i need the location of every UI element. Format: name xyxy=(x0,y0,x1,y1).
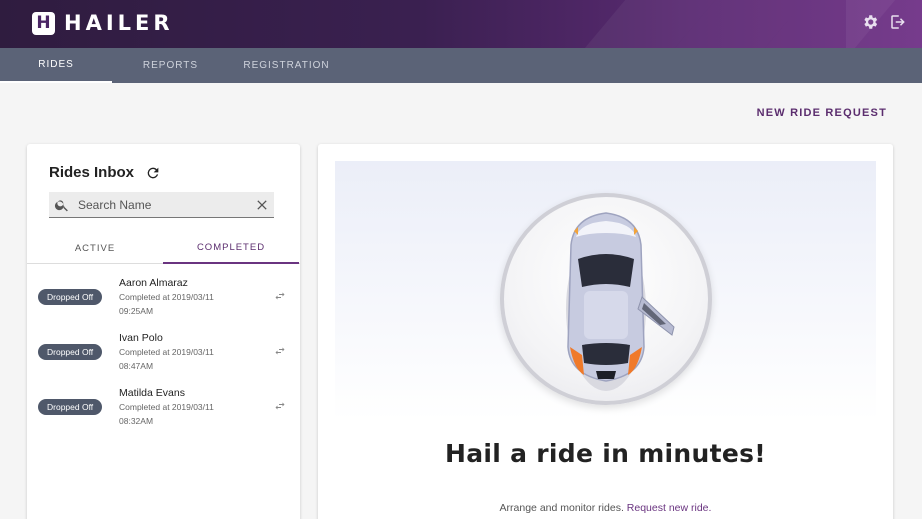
tab-reports[interactable]: REPORTS xyxy=(112,48,229,83)
car-illustration xyxy=(500,193,712,405)
list-item[interactable]: Dropped Off Matilda Evans Completed at 2… xyxy=(27,387,300,437)
tab-completed[interactable]: COMPLETED xyxy=(163,232,299,264)
search-input[interactable] xyxy=(78,197,248,212)
completed-time: 08:32AM xyxy=(119,416,154,426)
list-item[interactable]: Dropped Off Ivan Polo Completed at 2019/… xyxy=(27,332,300,382)
close-icon[interactable] xyxy=(254,197,270,213)
status-badge: Dropped Off xyxy=(38,344,103,360)
main-content-panel: Hail a ride in minutes! Arrange and moni… xyxy=(318,144,893,519)
header-actions xyxy=(846,0,922,48)
rider-name: Matilda Evans xyxy=(119,387,185,399)
swap-icon[interactable] xyxy=(274,345,286,357)
search-box xyxy=(49,192,274,218)
logout-icon[interactable] xyxy=(889,13,907,36)
rider-name: Ivan Polo xyxy=(119,332,163,344)
hero-subtext: Arrange and monitor rides. xyxy=(499,502,624,514)
tab-active[interactable]: ACTIVE xyxy=(27,232,163,264)
completed-date: Completed at 2019/03/11 xyxy=(119,292,214,302)
status-badge: Dropped Off xyxy=(38,399,103,415)
tab-rides[interactable]: RIDES xyxy=(0,48,112,83)
inbox-tabs: ACTIVE COMPLETED xyxy=(27,232,300,264)
app-header: H HAILER xyxy=(0,0,922,48)
completed-time: 08:47AM xyxy=(119,361,154,371)
rides-inbox-panel: Rides Inbox ACTIVE COMPLETED Dropped Off… xyxy=(27,144,300,519)
request-new-ride-link[interactable]: Request new ride. xyxy=(627,502,712,514)
rider-name: Aaron Almaraz xyxy=(119,277,188,289)
list-item[interactable]: Dropped Off Aaron Almaraz Completed at 2… xyxy=(27,277,300,327)
hero-subtext-line: Arrange and monitor rides. Request new r… xyxy=(318,502,893,514)
brand-name: HAILER xyxy=(64,11,174,35)
main-nav: RIDES REPORTS REGISTRATION xyxy=(0,48,922,83)
status-badge: Dropped Off xyxy=(38,289,103,305)
search-icon xyxy=(54,199,68,211)
inbox-title: Rides Inbox xyxy=(49,164,161,181)
inbox-title-text: Rides Inbox xyxy=(49,164,135,181)
logo-mark: H xyxy=(32,11,55,35)
swap-icon[interactable] xyxy=(274,400,286,412)
new-ride-request-button[interactable]: NEW RIDE REQUEST xyxy=(757,107,887,119)
refresh-icon[interactable] xyxy=(145,165,161,181)
completed-time: 09:25AM xyxy=(119,306,154,316)
swap-icon[interactable] xyxy=(274,290,286,302)
completed-date: Completed at 2019/03/11 xyxy=(119,347,214,357)
hero-headline: Hail a ride in minutes! xyxy=(444,439,767,468)
car-icon xyxy=(566,212,675,391)
tab-registration[interactable]: REGISTRATION xyxy=(229,48,344,83)
completed-date: Completed at 2019/03/11 xyxy=(119,402,214,412)
hero-illustration xyxy=(335,161,876,421)
app-logo[interactable]: H HAILER xyxy=(32,11,174,35)
gear-icon[interactable] xyxy=(861,13,879,36)
